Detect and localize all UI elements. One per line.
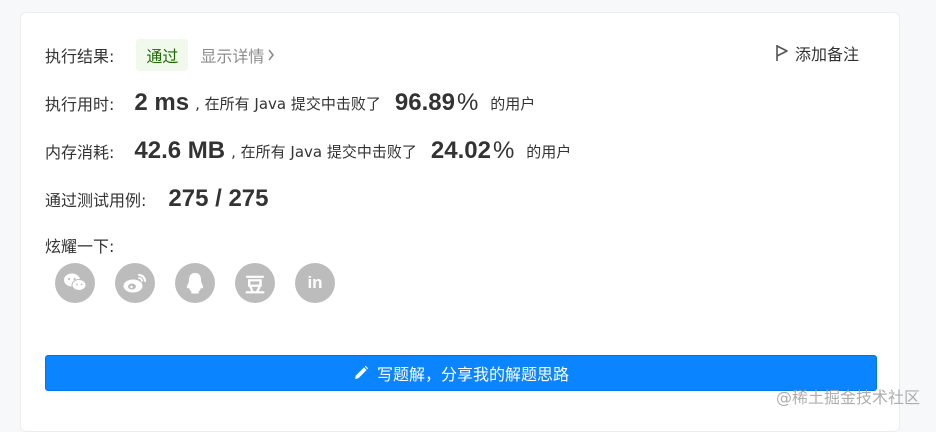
share-qq-button[interactable] [175,263,215,303]
linkedin-icon: in [307,273,322,293]
status-badge: 通过 [136,39,188,71]
runtime-row: 执行用时: 2 ms , 在所有 Java 提交中击败了 96.89 % 的用户 [45,89,535,117]
runtime-percent: 96.89 [395,89,455,117]
douban-icon: 豆 [245,269,265,298]
result-label: 执行结果: [45,43,114,67]
wechat-icon [63,272,87,294]
memory-mid-text: , 在所有 Java 提交中击败了 [231,141,417,162]
share-row-label: 炫耀一下: [45,233,114,257]
show-details-link[interactable]: 显示详情 [200,43,275,67]
share-wechat-button[interactable] [55,263,95,303]
memory-suffix: 的用户 [526,141,571,162]
memory-label: 内存消耗: [45,139,114,163]
write-solution-label: 写题解，分享我的解题思路 [377,361,569,385]
testcases-label: 通过测试用例: [45,187,146,211]
result-row: 执行结果: 通过 显示详情 [45,39,275,71]
share-linkedin-button[interactable]: in [295,263,335,303]
weibo-icon [122,272,148,294]
testcases-value: 275 / 275 [168,185,268,213]
share-douban-button[interactable]: 豆 [235,263,275,303]
runtime-percent-sign: % [457,89,478,117]
runtime-value: 2 ms [134,89,189,117]
runtime-suffix: 的用户 [490,93,535,114]
share-weibo-button[interactable] [115,263,155,303]
share-label: 炫耀一下: [45,233,114,257]
show-details-label: 显示详情 [200,43,264,67]
chevron-right-icon [267,49,275,61]
watermark-text: @稀土掘金技术社区 [776,384,920,408]
pencil-icon [353,365,369,381]
runtime-label: 执行用时: [45,91,114,115]
watermark: @稀土掘金技术社区 [776,384,920,408]
add-note-label: 添加备注 [795,41,859,65]
flag-icon [775,44,789,62]
runtime-mid-text: , 在所有 Java 提交中击败了 [195,93,381,114]
share-icons: 豆 in [55,263,355,303]
add-note-button[interactable]: 添加备注 [775,41,859,65]
memory-value: 42.6 MB [134,137,225,165]
qq-icon [185,271,205,295]
testcases-row: 通过测试用例: 275 / 275 [45,185,269,213]
write-solution-button[interactable]: 写题解，分享我的解题思路 [45,355,877,391]
memory-percent: 24.02 [431,137,491,165]
memory-row: 内存消耗: 42.6 MB , 在所有 Java 提交中击败了 24.02 % … [45,137,571,165]
memory-percent-sign: % [493,137,514,165]
submission-result-card: 执行结果: 通过 显示详情 添加备注 执行用时: 2 ms , 在所有 Java… [20,12,900,432]
